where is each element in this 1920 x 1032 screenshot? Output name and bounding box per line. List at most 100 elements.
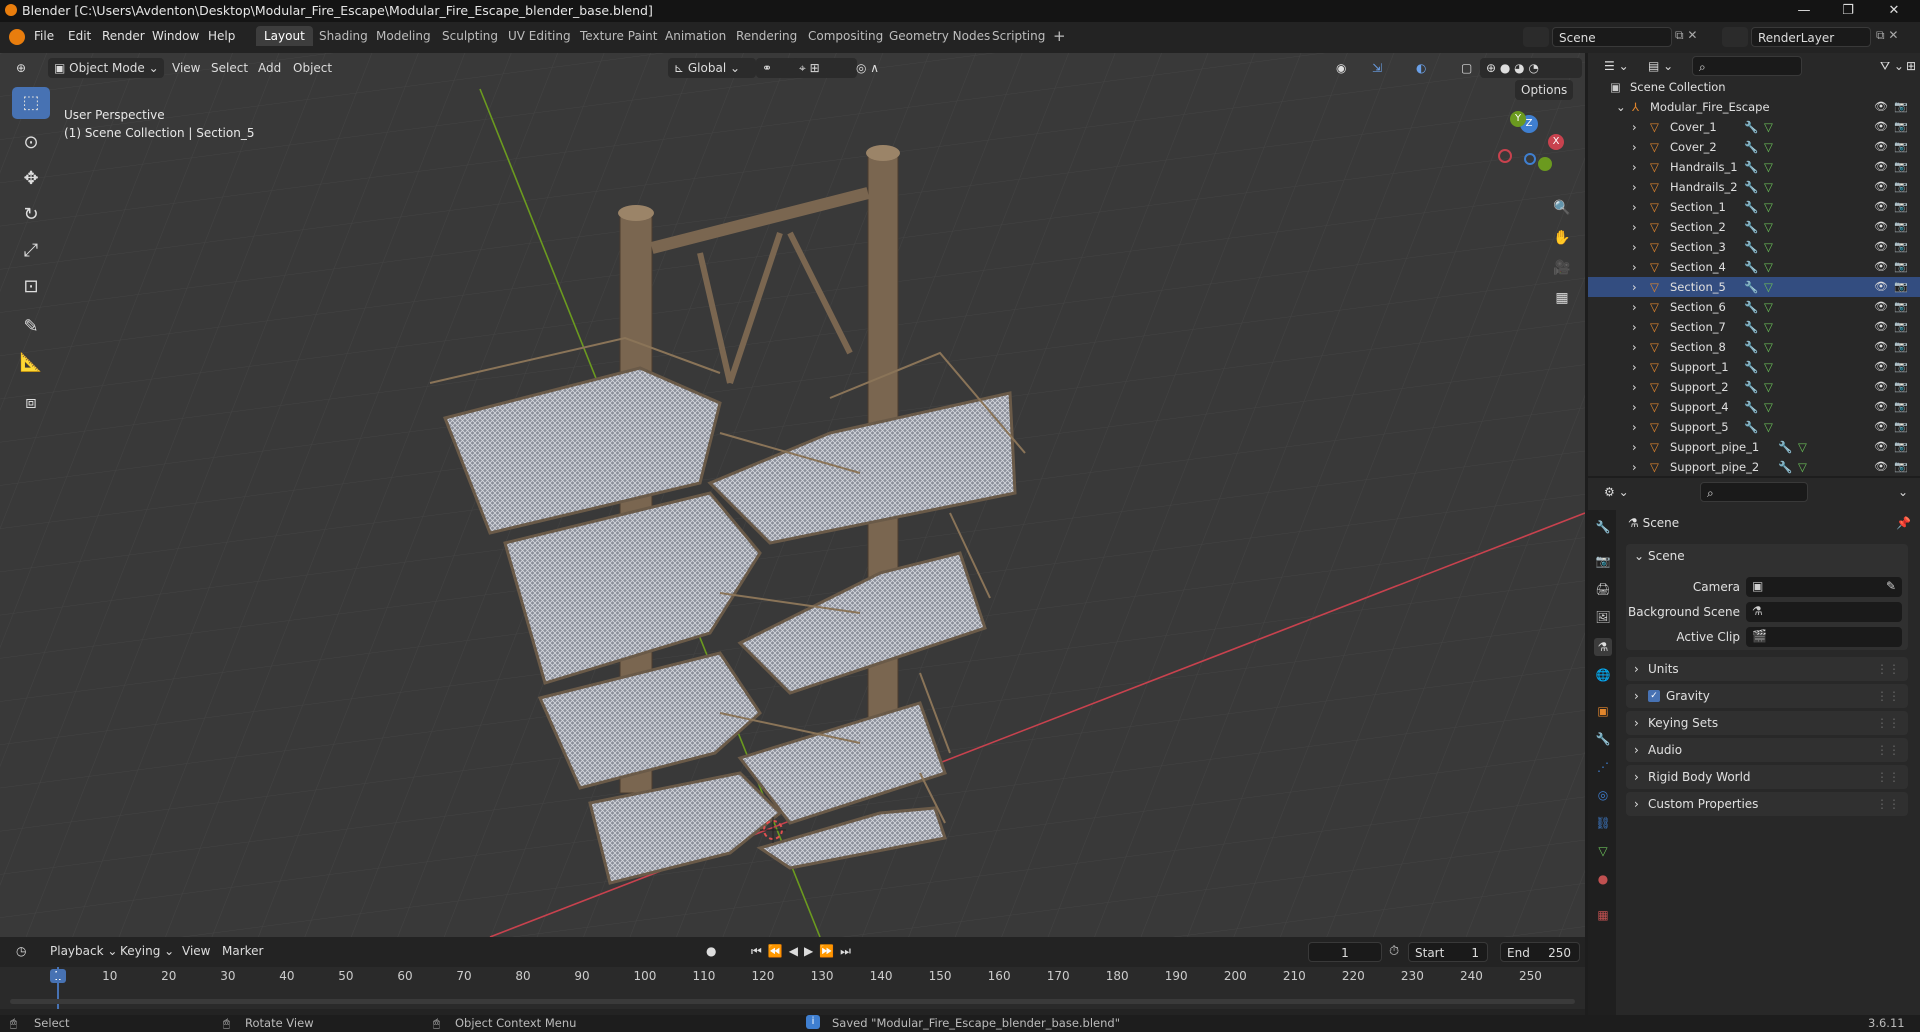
mesh-data-icon[interactable]: ▽ bbox=[1764, 277, 1773, 297]
rotate-tool-icon[interactable]: ↻ bbox=[12, 199, 50, 231]
gizmo-neg-x[interactable] bbox=[1498, 149, 1512, 163]
tab-rendering[interactable]: Rendering bbox=[728, 26, 805, 46]
panel-gravity[interactable]: › ✓ Gravity ⋮⋮ bbox=[1626, 684, 1908, 708]
start-frame-field[interactable]: Start 1 bbox=[1408, 942, 1488, 962]
outliner-editor-type-icon[interactable]: ☰ ⌄ bbox=[1598, 56, 1635, 76]
menu-file[interactable]: File bbox=[34, 29, 54, 43]
drag-handle-icon[interactable]: ⋮⋮ bbox=[1876, 711, 1900, 735]
overlays-toggle-icon[interactable]: ◐ bbox=[1410, 58, 1452, 78]
eye-icon[interactable]: 👁 bbox=[1874, 320, 1888, 334]
expand-arrow-icon[interactable]: › bbox=[1632, 357, 1637, 377]
snapping-icon[interactable]: ⌖ ⊞ bbox=[793, 58, 857, 78]
scale-tool-icon[interactable]: ⤢ bbox=[12, 235, 50, 267]
object-tab-icon[interactable]: ▣ bbox=[1594, 702, 1612, 720]
eye-icon[interactable]: 👁 bbox=[1874, 460, 1888, 474]
drag-handle-icon[interactable]: ⋮⋮ bbox=[1876, 657, 1900, 681]
modifier-wrench-icon[interactable]: 🔧 bbox=[1744, 257, 1758, 277]
mesh-data-icon[interactable]: ▽ bbox=[1764, 197, 1773, 217]
scene-tab-icon[interactable]: ⚗ bbox=[1594, 638, 1612, 656]
outliner-item[interactable]: › ▽ Section_6 🔧 ▽ 👁 📷 bbox=[1588, 297, 1920, 317]
eye-icon[interactable]: 👁 bbox=[1874, 220, 1888, 234]
maximize-button[interactable]: ❐ bbox=[1826, 0, 1870, 22]
timeline-menu-marker[interactable]: Marker bbox=[216, 941, 269, 961]
drag-handle-icon[interactable]: ⋮⋮ bbox=[1876, 738, 1900, 762]
move-tool-icon[interactable]: ✥ bbox=[12, 163, 50, 195]
expand-arrow-icon[interactable]: › bbox=[1632, 217, 1637, 237]
ortho-toggle-icon[interactable]: ▦ bbox=[1549, 285, 1575, 311]
eye-icon[interactable]: 👁 bbox=[1874, 280, 1888, 294]
eye-icon[interactable]: 👁 bbox=[1874, 340, 1888, 354]
modifier-wrench-icon[interactable]: 🔧 bbox=[1744, 417, 1758, 437]
mesh-data-icon[interactable]: ▽ bbox=[1764, 117, 1773, 137]
camera-render-icon[interactable]: 📷 bbox=[1894, 200, 1908, 214]
timeline-menu-keying[interactable]: Keying ⌄ bbox=[114, 941, 180, 961]
transform-orientation-select[interactable]: ⊾ Global ⌄ bbox=[668, 58, 756, 78]
eye-icon[interactable]: 👁 bbox=[1874, 160, 1888, 174]
expand-arrow-icon[interactable]: › bbox=[1632, 177, 1637, 197]
expand-arrow-icon[interactable]: › bbox=[1632, 417, 1637, 437]
eye-icon[interactable]: 👁 bbox=[1874, 120, 1888, 134]
modifier-wrench-icon[interactable]: 🔧 bbox=[1744, 117, 1758, 137]
shading-mode-buttons[interactable]: ⊕ ● ◕ ◔ bbox=[1480, 58, 1582, 78]
mesh-data-icon[interactable]: ▽ bbox=[1764, 157, 1773, 177]
mesh-data-icon[interactable]: ▽ bbox=[1764, 237, 1773, 257]
outliner-item[interactable]: › ▽ Section_4 🔧 ▽ 👁 📷 bbox=[1588, 257, 1920, 277]
timeline-scrollbar[interactable] bbox=[10, 999, 1575, 1004]
camera-render-icon[interactable]: 📷 bbox=[1894, 300, 1908, 314]
camera-render-icon[interactable]: 📷 bbox=[1894, 460, 1908, 474]
camera-render-icon[interactable]: 📷 bbox=[1894, 220, 1908, 234]
timeline-menu-playback[interactable]: Playback ⌄ bbox=[44, 941, 123, 961]
mesh-data-icon[interactable]: ▽ bbox=[1764, 357, 1773, 377]
modifier-wrench-icon[interactable]: 🔧 bbox=[1778, 457, 1792, 477]
xray-toggle-icon[interactable]: ▢ bbox=[1455, 58, 1481, 78]
view-layer-field[interactable]: RenderLayer bbox=[1751, 27, 1871, 47]
modifier-wrench-icon[interactable]: 🔧 bbox=[1744, 377, 1758, 397]
timeline-editor-type-icon[interactable]: ◷ bbox=[10, 941, 46, 961]
expand-arrow-icon[interactable]: › bbox=[1632, 117, 1637, 137]
eye-icon[interactable]: 👁 bbox=[1874, 300, 1888, 314]
modifier-wrench-icon[interactable]: 🔧 bbox=[1744, 357, 1758, 377]
mesh-data-icon[interactable]: ▽ bbox=[1764, 217, 1773, 237]
outliner-item[interactable]: › ▽ Section_1 🔧 ▽ 👁 📷 bbox=[1588, 197, 1920, 217]
mesh-data-icon[interactable]: ▽ bbox=[1764, 317, 1773, 337]
mesh-data-icon[interactable]: ▽ bbox=[1764, 297, 1773, 317]
mesh-data-icon[interactable]: ▽ bbox=[1764, 177, 1773, 197]
eye-icon[interactable]: 👁 bbox=[1874, 360, 1888, 374]
eye-icon[interactable]: 👁 bbox=[1874, 140, 1888, 154]
add-cube-tool-icon[interactable]: ⧈ bbox=[12, 387, 50, 419]
mode-select[interactable]: ▣ Object Mode ⌄ bbox=[48, 58, 164, 78]
modifier-wrench-icon[interactable]: 🔧 bbox=[1744, 337, 1758, 357]
mesh-data-icon[interactable]: ▽ bbox=[1764, 257, 1773, 277]
modifier-wrench-icon[interactable]: 🔧 bbox=[1744, 277, 1758, 297]
close-button[interactable]: ✕ bbox=[1872, 0, 1916, 22]
panel-keying-sets[interactable]: › Keying Sets ⋮⋮ bbox=[1626, 711, 1908, 735]
scene-browse-icon[interactable] bbox=[1523, 27, 1549, 47]
tab-scripting[interactable]: Scripting bbox=[984, 26, 1053, 46]
annotate-tool-icon[interactable]: ✎ bbox=[12, 311, 50, 343]
playback-controls[interactable]: ⏮⏪◀▶⏩⏭ bbox=[745, 941, 877, 961]
end-frame-field[interactable]: End 250 bbox=[1500, 942, 1580, 962]
modifier-wrench-icon[interactable]: 🔧 bbox=[1744, 297, 1758, 317]
modifier-wrench-icon[interactable]: 🔧 bbox=[1778, 437, 1792, 457]
outliner-item[interactable]: › ▽ Support_2 🔧 ▽ 👁 📷 bbox=[1588, 377, 1920, 397]
outliner-item[interactable]: › ▽ Support_pipe_1 🔧 ▽ 👁 📷 bbox=[1588, 437, 1920, 457]
scene-name-field[interactable]: Scene bbox=[1552, 27, 1672, 47]
tool-tab-icon[interactable]: 🔧 bbox=[1594, 518, 1612, 536]
eye-icon[interactable]: 👁 bbox=[1874, 180, 1888, 194]
camera-render-icon[interactable]: 📷 bbox=[1894, 120, 1908, 134]
select-box-tool-icon[interactable]: ⬚ bbox=[12, 87, 50, 119]
pan-hand-icon[interactable]: ✋ bbox=[1549, 225, 1575, 251]
mesh-data-icon[interactable]: ▽ bbox=[1764, 417, 1773, 437]
expand-arrow-icon[interactable]: › bbox=[1632, 257, 1637, 277]
camera-render-icon[interactable]: 📷 bbox=[1894, 240, 1908, 254]
viewport-menu-select[interactable]: Select bbox=[205, 58, 254, 78]
mesh-data-icon[interactable]: ▽ bbox=[1764, 337, 1773, 357]
current-frame-field[interactable]: 1 bbox=[1308, 942, 1382, 962]
add-workspace-button[interactable]: + bbox=[1045, 26, 1074, 46]
eye-icon[interactable]: 👁 bbox=[1874, 260, 1888, 274]
drag-handle-icon[interactable]: ⋮⋮ bbox=[1876, 792, 1900, 816]
menu-help[interactable]: Help bbox=[208, 29, 235, 43]
frame-ruler[interactable]: 1102030405060708090100110120130140150160… bbox=[0, 969, 1585, 987]
outliner-item[interactable]: › ▽ Section_7 🔧 ▽ 👁 📷 bbox=[1588, 317, 1920, 337]
outliner-item[interactable]: › ▽ Handrails_1 🔧 ▽ 👁 📷 bbox=[1588, 157, 1920, 177]
